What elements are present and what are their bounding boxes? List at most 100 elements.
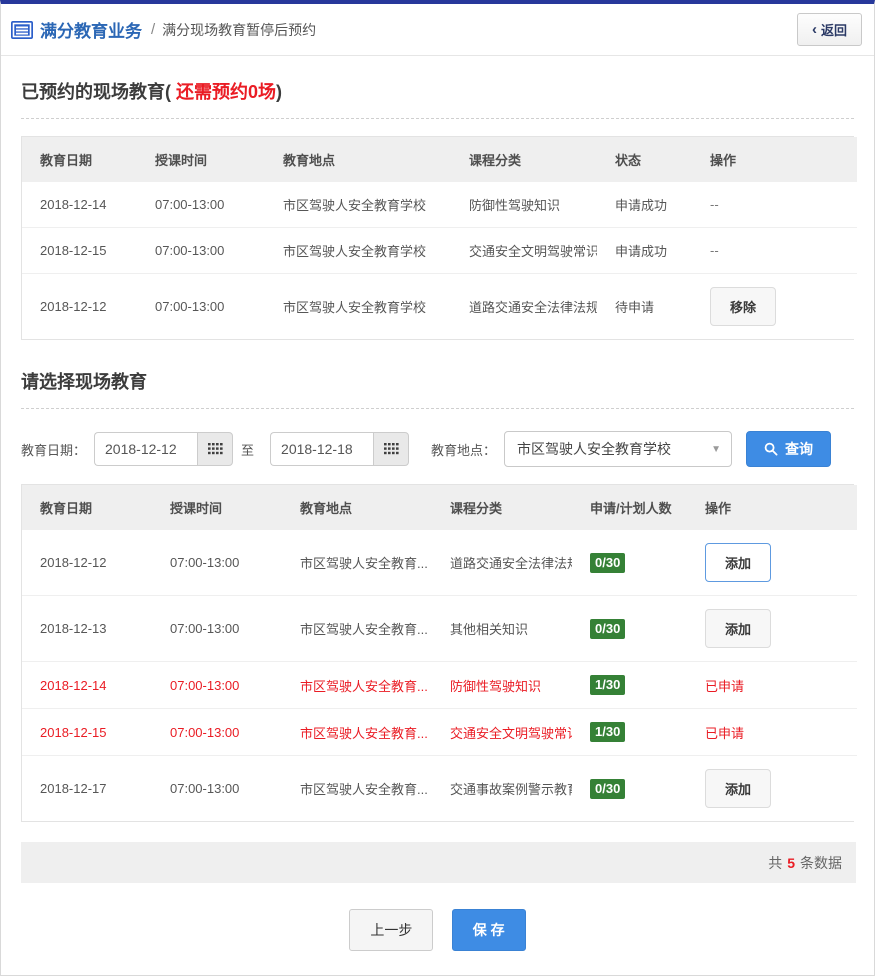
cell-course: 防御性驾驶知识 (451, 182, 597, 228)
capacity-badge: 0/30 (590, 619, 625, 639)
calendar-grid-icon[interactable] (373, 432, 409, 466)
capacity-badge: 1/30 (590, 722, 625, 742)
col-header-date: 教育日期 (22, 137, 137, 182)
section-divider (21, 408, 854, 409)
date-to-input[interactable] (270, 432, 373, 466)
cell-place: 市区驾驶人安全教育... (282, 756, 432, 822)
app-title[interactable]: 满分教育业务 (40, 17, 142, 42)
date-filter-label: 教育日期： (21, 440, 86, 459)
col-header-action: 操作 (692, 137, 857, 182)
col-header-action: 操作 (687, 485, 857, 530)
cell-course: 交通安全文明驾驶常识 (451, 228, 597, 274)
calendar-grid-icon[interactable] (197, 432, 233, 466)
page-frame: 满分教育业务 / 满分现场教育暂停后预约 ‹ 返回 已预约的现场教育( 还需预约… (0, 0, 875, 976)
cell-time: 07:00-13:00 (152, 756, 282, 822)
search-button[interactable]: 查询 (746, 431, 831, 467)
add-button[interactable]: 添加 (705, 543, 771, 582)
date-from-input[interactable] (94, 432, 197, 466)
add-button[interactable]: 添加 (705, 609, 771, 648)
capacity-badge: 1/30 (590, 675, 625, 695)
list-icon (11, 21, 33, 39)
cell-course: 防御性驾驶知识 (432, 662, 572, 709)
booked-row-2: 2018-12-15 07:00-13:00 市区驾驶人安全教育学校 交通安全文… (22, 228, 857, 274)
schedule-row-1: 2018-12-12 07:00-13:00 市区驾驶人安全教育... 道路交通… (22, 530, 857, 596)
schedule-row-3: 2018-12-14 07:00-13:00 市区驾驶人安全教育... 防御性驾… (22, 662, 857, 709)
search-button-label: 查询 (785, 439, 813, 459)
cell-time: 07:00-13:00 (137, 228, 265, 274)
col-header-course: 课程分类 (432, 485, 572, 530)
breadcrumb: 满分教育业务 / 满分现场教育暂停后预约 (11, 17, 316, 42)
col-header-time: 授课时间 (152, 485, 282, 530)
col-header-place: 教育地点 (282, 485, 432, 530)
cell-course: 其他相关知识 (432, 596, 572, 662)
cell-time: 07:00-13:00 (152, 530, 282, 596)
cell-time: 07:00-13:00 (152, 709, 282, 756)
schedule-row-4: 2018-12-15 07:00-13:00 市区驾驶人安全教育... 交通安全… (22, 709, 857, 756)
booked-section-title: 已预约的现场教育( 还需预约0场) (21, 78, 854, 104)
cell-time: 07:00-13:00 (137, 182, 265, 228)
place-select[interactable]: 市区驾驶人安全教育学校 ▼ (504, 431, 732, 467)
caret-down-icon: ▼ (711, 444, 721, 455)
cell-place: 市区驾驶人安全教育... (282, 709, 432, 756)
capacity-badge: 0/30 (590, 553, 625, 573)
cell-date: 2018-12-17 (22, 756, 152, 822)
date-from-group (94, 432, 233, 466)
back-button[interactable]: ‹ 返回 (797, 13, 862, 46)
page-header: 满分教育业务 / 满分现场教育暂停后预约 ‹ 返回 (1, 4, 874, 56)
col-header-time: 授课时间 (137, 137, 265, 182)
no-action-placeholder: -- (710, 197, 719, 212)
count-suffix: 条数据 (800, 853, 842, 873)
cell-place: 市区驾驶人安全教育... (282, 596, 432, 662)
cell-time: 07:00-13:00 (152, 662, 282, 709)
record-count: 5 (787, 855, 795, 871)
remaining-count-highlight: 还需预约0场 (171, 82, 276, 102)
cell-place: 市区驾驶人安全教育学校 (265, 228, 451, 274)
cell-date: 2018-12-13 (22, 596, 152, 662)
cell-date: 2018-12-15 (22, 709, 152, 756)
chevron-left-icon: ‹ (812, 22, 817, 37)
cell-date: 2018-12-12 (22, 274, 137, 340)
cell-date: 2018-12-12 (22, 530, 152, 596)
col-header-status: 状态 (597, 137, 692, 182)
capacity-badge: 0/30 (590, 779, 625, 799)
cell-date: 2018-12-15 (22, 228, 137, 274)
previous-step-button[interactable]: 上一步 (349, 909, 433, 951)
cell-course: 道路交通安全法律法规 (432, 530, 572, 596)
col-header-date: 教育日期 (22, 485, 152, 530)
cell-status: 申请成功 (597, 182, 692, 228)
date-range-to-label: 至 (241, 440, 254, 459)
schedule-row-5: 2018-12-17 07:00-13:00 市区驾驶人安全教育... 交通事故… (22, 756, 857, 822)
section-divider (21, 118, 854, 119)
back-button-label: 返回 (821, 20, 847, 39)
cell-place: 市区驾驶人安全教育... (282, 662, 432, 709)
breadcrumb-separator: / (151, 21, 155, 38)
col-header-capacity: 申请/计划人数 (572, 485, 687, 530)
booked-table-header-row: 教育日期 授课时间 教育地点 课程分类 状态 操作 (22, 137, 857, 182)
cell-date: 2018-12-14 (22, 662, 152, 709)
cell-status: 待申请 (597, 274, 692, 340)
cell-course: 交通安全文明驾驶常识 (432, 709, 572, 756)
no-action-placeholder: -- (710, 243, 719, 258)
filter-bar: 教育日期： 至 (21, 431, 854, 467)
schedule-table-header-row: 教育日期 授课时间 教育地点 课程分类 申请/计划人数 操作 (22, 485, 857, 530)
booked-table: 教育日期 授课时间 教育地点 课程分类 状态 操作 2018-12-14 07:… (21, 136, 854, 340)
cell-place: 市区驾驶人安全教育学校 (265, 274, 451, 340)
footer-actions: 上一步 保 存 (21, 909, 854, 975)
place-select-value: 市区驾驶人安全教育学校 (517, 439, 671, 459)
count-prefix: 共 (768, 853, 782, 873)
cell-place: 市区驾驶人安全教育... (282, 530, 432, 596)
cell-status: 申请成功 (597, 228, 692, 274)
cell-course: 道路交通安全法律法规 (451, 274, 597, 340)
select-section-title: 请选择现场教育 (21, 368, 854, 394)
cell-time: 07:00-13:00 (152, 596, 282, 662)
date-to-group (270, 432, 409, 466)
remove-button[interactable]: 移除 (710, 287, 776, 326)
applied-status-text: 已申请 (705, 679, 744, 694)
col-header-place: 教育地点 (265, 137, 451, 182)
cell-time: 07:00-13:00 (137, 274, 265, 340)
magnifier-icon (764, 442, 778, 456)
place-filter-label: 教育地点： (431, 440, 496, 459)
schedule-table: 教育日期 授课时间 教育地点 课程分类 申请/计划人数 操作 2018-12-1… (21, 484, 854, 822)
add-button[interactable]: 添加 (705, 769, 771, 808)
save-button[interactable]: 保 存 (452, 909, 526, 951)
